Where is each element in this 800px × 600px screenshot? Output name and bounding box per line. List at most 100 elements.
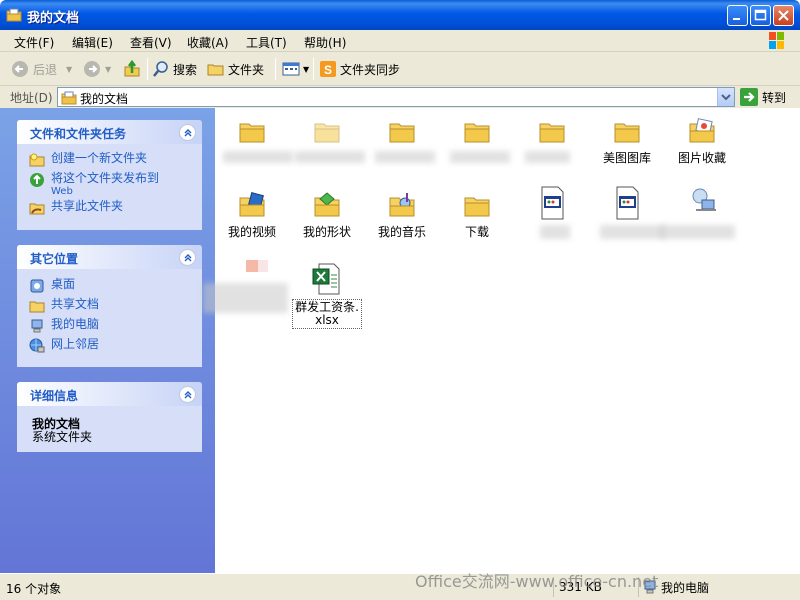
- place-my-computer[interactable]: 我的电脑: [29, 318, 99, 334]
- folder-item[interactable]: [290, 116, 364, 148]
- folder-item[interactable]: [515, 116, 589, 148]
- task-publish-web[interactable]: 将这个文件夹发布到 Web: [29, 172, 159, 198]
- back-arrow-icon: [12, 61, 28, 77]
- forward-dropdown-icon[interactable]: ▼: [105, 65, 111, 74]
- file-tasks-panel: 文件和文件夹任务 创建一个新文件夹 将这个文件夹发布到 Web 共享此文件夹: [17, 120, 202, 230]
- file-item[interactable]: [665, 186, 739, 218]
- menu-tools[interactable]: 工具(T): [246, 34, 287, 51]
- music-folder-icon: [389, 193, 415, 217]
- network-folder-icon: [692, 188, 716, 211]
- close-button[interactable]: [773, 5, 794, 26]
- menu-edit[interactable]: 编辑(E): [72, 34, 113, 51]
- panel-title: 详细信息: [30, 389, 79, 403]
- folder-item[interactable]: [365, 116, 439, 148]
- task-label: 创建一个新文件夹: [51, 151, 148, 165]
- folder-item[interactable]: 图片收藏: [665, 116, 739, 165]
- file-name: 下载: [464, 225, 489, 239]
- redacted-label: [660, 225, 735, 239]
- folder-sync-button[interactable]: S 文件夹同步: [319, 58, 400, 80]
- file-name: 美图图库: [602, 151, 651, 165]
- address-bar: 地址(D) 我的文档 转到: [0, 86, 800, 108]
- file-list: 美图图库 图片收藏 我的视频 我的形状 我的音乐 下载 群发工资条.xlsx: [203, 108, 800, 573]
- task-label: 将这个文件夹发布到 Web: [51, 171, 160, 198]
- folder-item[interactable]: [215, 116, 289, 148]
- back-button[interactable]: 后退 ▼: [10, 58, 72, 80]
- file-item[interactable]: [590, 186, 664, 220]
- new-folder-icon: [29, 153, 45, 167]
- task-share-folder[interactable]: 共享此文件夹: [29, 200, 123, 216]
- pictures-folder-icon: [689, 118, 715, 143]
- file-name: 图片收藏: [677, 151, 726, 165]
- panel-header[interactable]: 详细信息: [17, 382, 202, 406]
- address-field[interactable]: 我的文档: [57, 87, 735, 107]
- folder-item[interactable]: 下载: [440, 190, 514, 239]
- chevron-up-icon: [184, 391, 192, 399]
- collapse-button[interactable]: [179, 124, 196, 141]
- file-name: 我的音乐: [377, 225, 426, 239]
- collapse-button[interactable]: [179, 249, 196, 266]
- task-pane: 文件和文件夹任务 创建一个新文件夹 将这个文件夹发布到 Web 共享此文件夹 其它…: [0, 108, 215, 573]
- panel-header[interactable]: 其它位置: [17, 245, 202, 269]
- search-button[interactable]: 搜索: [152, 58, 197, 80]
- minimize-button[interactable]: [727, 5, 748, 26]
- task-sublabel: Web: [51, 186, 73, 197]
- folder-icon: [464, 123, 490, 143]
- menu-help[interactable]: 帮助(H): [304, 34, 346, 51]
- go-button[interactable]: 转到: [740, 87, 792, 107]
- folders-button[interactable]: 文件夹: [207, 58, 264, 80]
- folder-item[interactable]: [440, 116, 514, 148]
- folder-item[interactable]: 我的视频: [215, 190, 289, 239]
- panel-header[interactable]: 文件和文件夹任务: [17, 120, 202, 144]
- document-icon: [616, 186, 639, 220]
- document-icon: [541, 186, 564, 220]
- folder-item[interactable]: 我的音乐: [365, 190, 439, 239]
- menu-bar: 文件(F) 编辑(E) 查看(V) 收藏(A) 工具(T) 帮助(H): [0, 30, 800, 52]
- menu-view[interactable]: 查看(V): [130, 34, 172, 51]
- title-bar[interactable]: 我的文档: [0, 0, 800, 30]
- shared-docs-icon: [29, 301, 45, 313]
- selected-file-name: 群发工资条.xlsx: [292, 299, 362, 329]
- address-dropdown-button[interactable]: [717, 88, 734, 106]
- folder-icon: [207, 64, 224, 76]
- shapes-folder-icon: [314, 192, 340, 217]
- folder-icon: [539, 123, 565, 143]
- place-label: 我的电脑: [51, 317, 100, 331]
- toolbar-separator: [275, 58, 276, 80]
- panel-title: 其它位置: [30, 252, 79, 266]
- toolbar: 后退 ▼ ▼ 搜索 文件夹 ▼ S 文件夹同步: [0, 52, 800, 86]
- sync-icon: S: [320, 61, 336, 77]
- close-icon: [778, 10, 789, 21]
- forward-button[interactable]: ▼: [82, 58, 111, 80]
- place-label: 网上邻居: [51, 337, 100, 351]
- menu-favorites[interactable]: 收藏(A): [187, 34, 229, 51]
- task-new-folder[interactable]: 创建一个新文件夹: [29, 152, 147, 168]
- folder-item[interactable]: 美图图库: [590, 116, 664, 165]
- watermark: Office交流网-www.office-cn.net: [415, 572, 659, 591]
- collapse-button[interactable]: [179, 386, 196, 403]
- chevron-down-icon: [721, 94, 731, 101]
- menu-file[interactable]: 文件(F): [14, 34, 54, 51]
- maximize-button[interactable]: [750, 5, 771, 26]
- address-label: 地址(D): [10, 91, 53, 105]
- status-object-count: 16 个对象: [6, 582, 62, 596]
- file-item[interactable]: [515, 186, 589, 220]
- redacted-label: [375, 151, 435, 163]
- excel-file-item[interactable]: 群发工资条.xlsx: [290, 263, 364, 329]
- address-value: 我的文档: [80, 92, 129, 106]
- file-name: 群发工资条.xlsx: [290, 299, 364, 329]
- folder-item[interactable]: 我的形状: [290, 190, 364, 239]
- share-folder-icon: [29, 203, 45, 215]
- place-label: 共享文档: [51, 297, 100, 311]
- my-documents-icon: [61, 91, 77, 105]
- place-shared-docs[interactable]: 共享文档: [29, 298, 99, 314]
- up-button[interactable]: [122, 58, 142, 80]
- back-dropdown-icon[interactable]: ▼: [66, 65, 72, 74]
- go-label: 转到: [762, 90, 787, 105]
- redacted-label: [223, 151, 293, 163]
- place-desktop[interactable]: 桌面: [29, 278, 75, 294]
- my-computer-icon: [31, 319, 43, 333]
- views-button[interactable]: ▼: [282, 58, 309, 80]
- folder-icon: [239, 123, 265, 143]
- toolbar-separator: [147, 58, 148, 80]
- place-network[interactable]: 网上邻居: [29, 338, 99, 354]
